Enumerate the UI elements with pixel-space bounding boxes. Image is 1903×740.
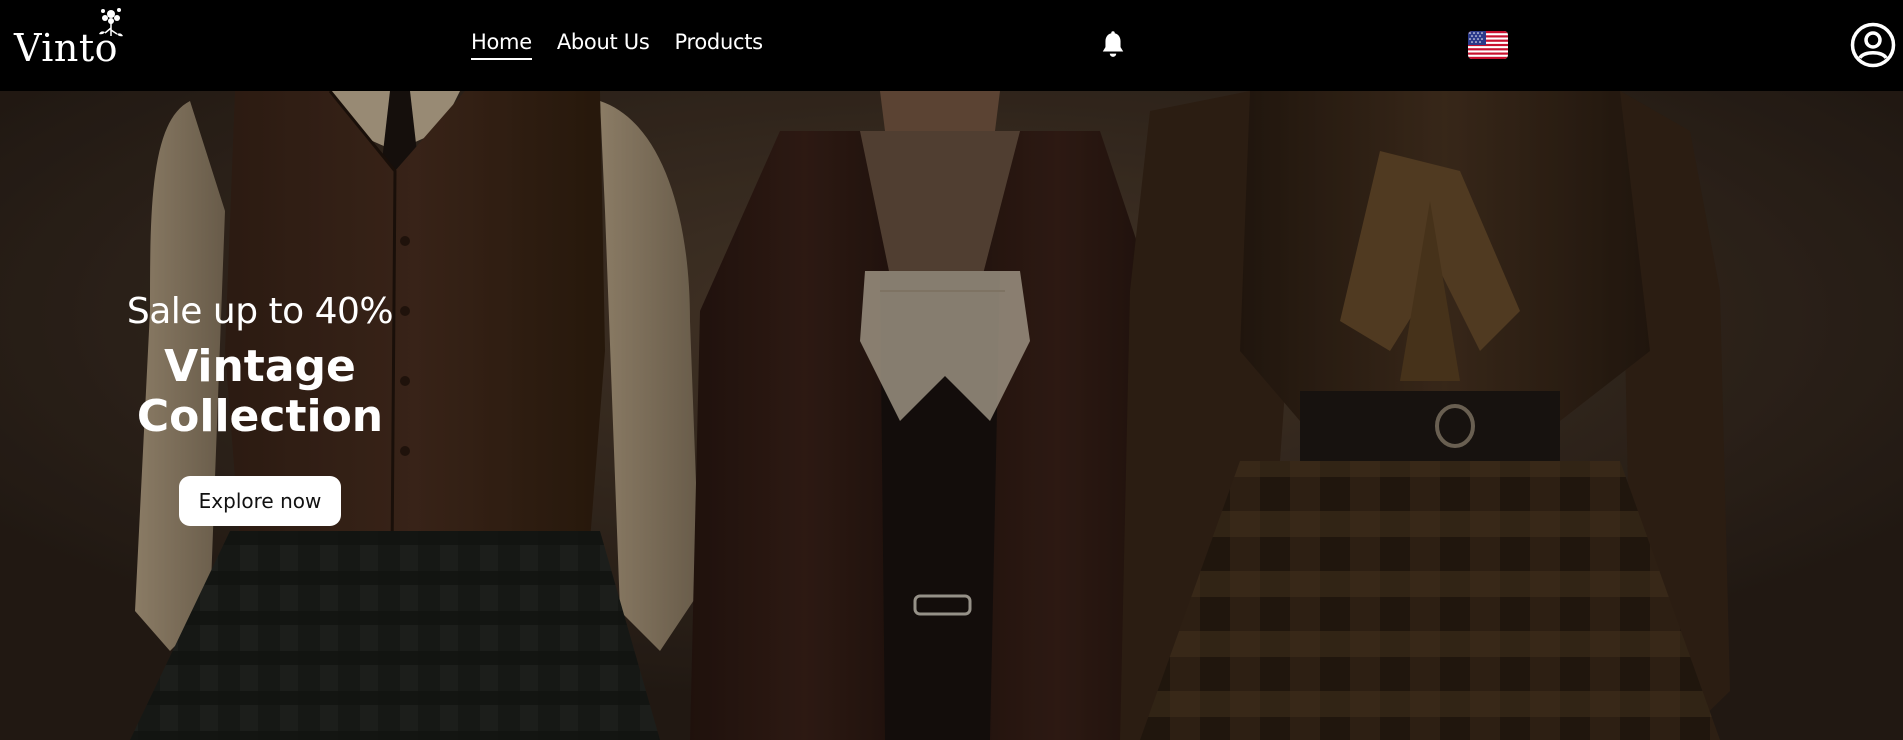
top-navbar: Vinto Home About Us Products [0,0,1903,91]
hero-subtitle: Sale up to 40% [126,291,394,332]
brand-logo[interactable]: Vinto [14,8,134,72]
bell-icon[interactable] [1100,31,1126,59]
page: Vinto Home About Us Products Sale up to … [0,0,1903,740]
hero-banner: Sale up to 40% Vintage Collection Explor… [0,91,1903,740]
nav-link-home[interactable]: Home [471,30,532,60]
user-circle-icon[interactable] [1850,22,1896,68]
hero-content: Sale up to 40% Vintage Collection Explor… [100,291,420,526]
nav-link-about-us[interactable]: About Us [557,30,650,60]
explore-now-button[interactable]: Explore now [178,476,342,526]
hero-title: Vintage Collection [100,342,420,442]
hero-title-line1: Vintage [164,341,356,392]
hero-title-line2: Collection [136,391,384,442]
main-nav: Home About Us Products [471,30,763,60]
us-flag-icon[interactable] [1467,30,1509,60]
nav-link-products[interactable]: Products [675,30,764,60]
flower-icon [99,8,123,37]
